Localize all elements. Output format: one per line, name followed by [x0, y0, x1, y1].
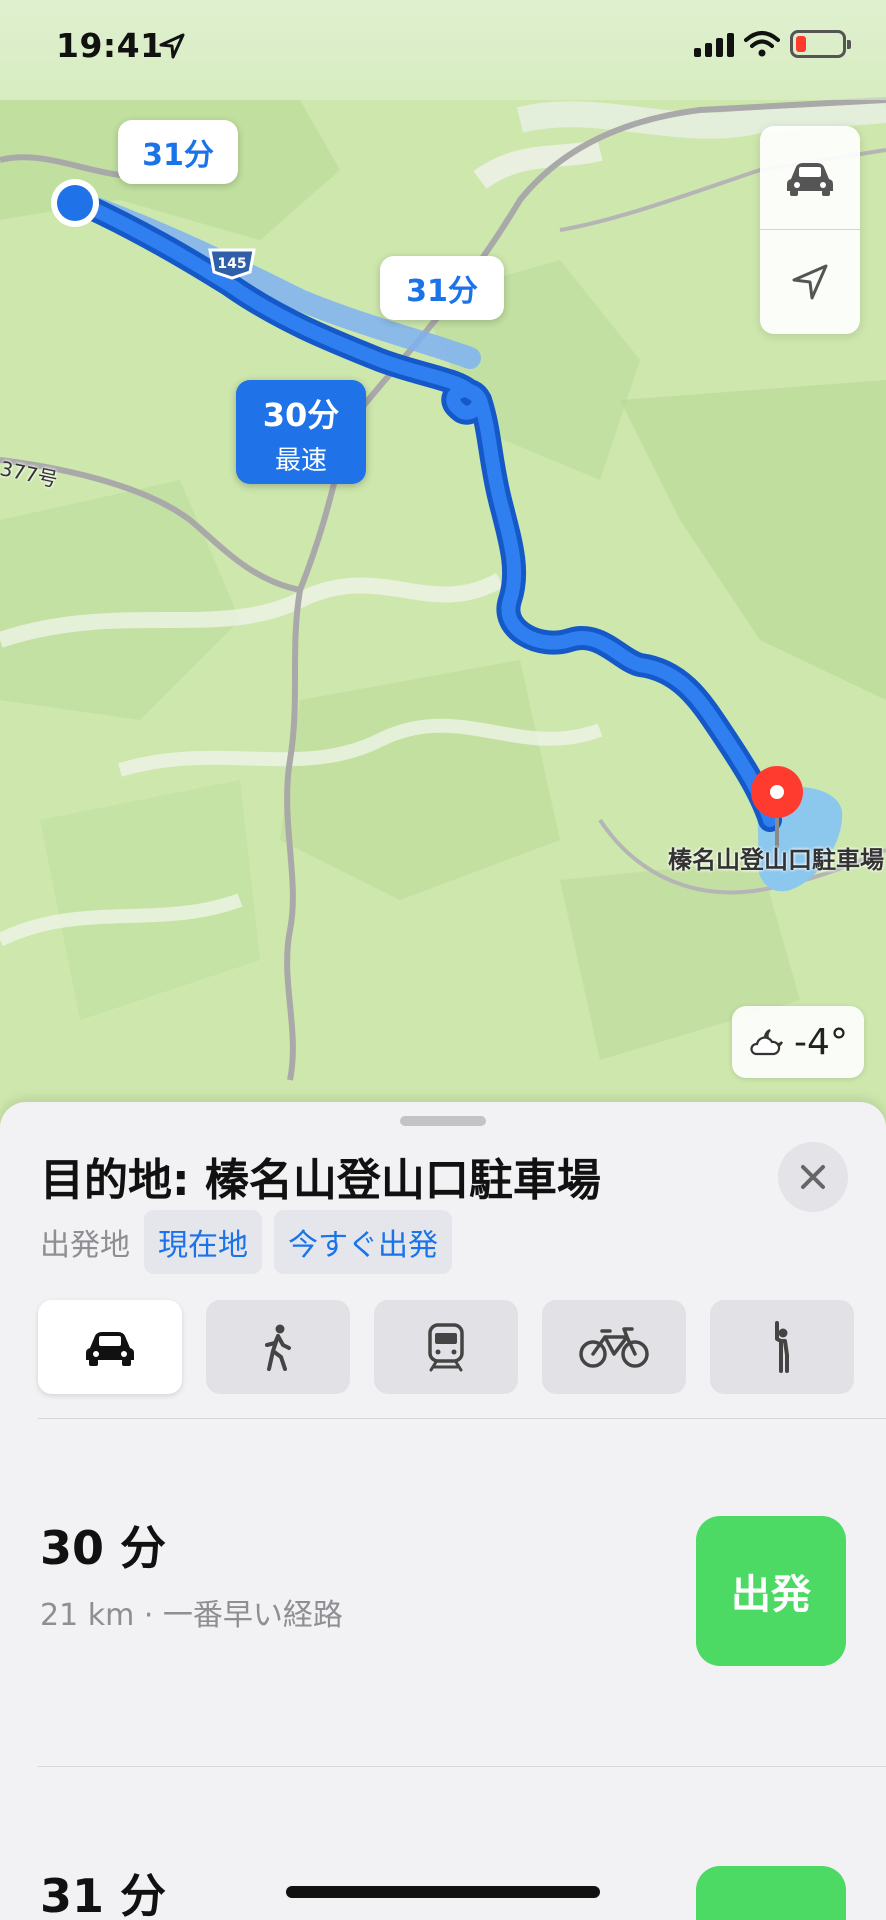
depart-time-chip[interactable]: 今すぐ出発: [274, 1210, 452, 1274]
transport-modes: [38, 1300, 854, 1394]
bike-icon: [579, 1327, 649, 1368]
close-button[interactable]: [778, 1142, 848, 1212]
battery-icon: [790, 30, 851, 58]
weather-widget[interactable]: -4°: [732, 1006, 864, 1078]
wifi-icon: [744, 31, 780, 57]
route-time-bubble-2[interactable]: 31分: [380, 256, 504, 320]
mode-drive[interactable]: [38, 1300, 182, 1394]
route-shield-number: 145: [217, 256, 246, 272]
mode-walk[interactable]: [206, 1300, 350, 1394]
fastest-route-time: 30分: [262, 396, 340, 434]
go-button-route-2[interactable]: [696, 1866, 846, 1920]
sheet-grabber[interactable]: [400, 1116, 486, 1126]
status-indicators: [694, 30, 851, 58]
walk-icon: [265, 1324, 291, 1371]
cellular-signal-icon: [694, 31, 734, 57]
map-controls: [760, 126, 860, 334]
fastest-route-bubble[interactable]: 30分 最速: [236, 380, 366, 484]
divider: [38, 1766, 886, 1767]
weather-temp: -4°: [794, 1021, 848, 1063]
fastest-route-label: 最速: [274, 446, 327, 476]
origin-row: 出発地 現在地 今すぐ出発: [40, 1210, 452, 1274]
directions-sheet: 目的地: 榛名山登山口駐車場 出発地 現在地 今すぐ出発 30 分 21 km …: [0, 1102, 886, 1920]
origin-chip[interactable]: 現在地: [144, 1210, 262, 1274]
origin-label: 出発地: [40, 1228, 130, 1263]
current-location-icon[interactable]: [48, 176, 102, 230]
close-icon: [801, 1165, 825, 1189]
mode-ride[interactable]: [710, 1300, 854, 1394]
destination-pin-icon[interactable]: [746, 764, 808, 850]
map-mode-button[interactable]: [760, 126, 860, 230]
status-time: 19:41: [56, 26, 164, 65]
car-icon: [86, 1332, 134, 1366]
location-services-icon: [159, 33, 185, 59]
ride-icon: [775, 1321, 789, 1373]
destination-title: 目的地: 榛名山登山口駐車場: [40, 1155, 601, 1206]
destination-map-label[interactable]: 榛名山登山口駐車場: [668, 840, 884, 875]
car-icon: [787, 162, 833, 196]
route-shield-icon: 145: [208, 248, 256, 280]
track-location-button[interactable]: [760, 230, 860, 334]
mode-transit[interactable]: [374, 1300, 518, 1394]
transit-icon: [428, 1323, 464, 1372]
route-time-bubble-1[interactable]: 31分: [118, 120, 238, 184]
partly-cloudy-night-icon: [750, 1029, 784, 1056]
go-button-route-1[interactable]: 出発: [696, 1516, 846, 1666]
home-indicator[interactable]: [286, 1886, 600, 1898]
mode-cycle[interactable]: [542, 1300, 686, 1394]
status-bar: 19:41: [0, 0, 886, 100]
map-view[interactable]: 145 31分 31分 30分 最速 377号 榛名山登山口駐車場 -4° 19…: [0, 0, 886, 1130]
location-arrow-icon: [792, 264, 828, 300]
divider: [38, 1418, 886, 1419]
